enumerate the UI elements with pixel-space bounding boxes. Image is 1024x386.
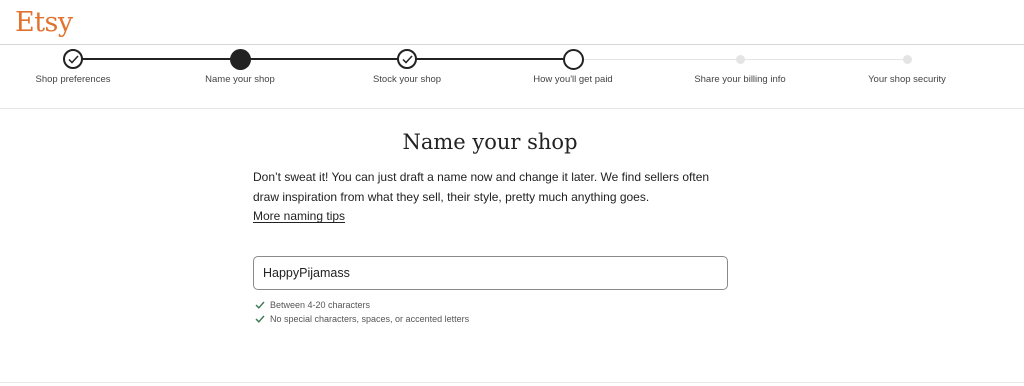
step-label: Your shop security (868, 74, 946, 85)
step-current-marker (229, 48, 251, 70)
step-complete-marker (63, 49, 83, 69)
step-stock-your-shop[interactable]: Stock your shop (327, 45, 487, 86)
step-upcoming-marker (735, 54, 745, 64)
check-icon (67, 54, 79, 64)
step-shop-security: Your shop security (827, 45, 987, 86)
shop-setup-page: Etsy Shop preferences Name your shop Sto… (0, 0, 1024, 386)
step-label: Name your shop (205, 74, 275, 85)
step-upcoming-marker (902, 54, 912, 64)
page-title: Name your shop (402, 130, 578, 154)
step-label: Stock your shop (372, 74, 442, 85)
requirement-text: Between 4-20 characters (270, 300, 371, 310)
requirement-item: No special characters, spaces, or accent… (254, 312, 469, 326)
step-label: Shop preferences (35, 74, 111, 85)
step-label: Share your billing info (694, 74, 786, 85)
step-complete-marker (397, 49, 417, 69)
naming-tips-link[interactable]: More naming tips (253, 208, 345, 224)
step-name-your-shop[interactable]: Name your shop (160, 45, 320, 86)
check-icon (254, 314, 265, 325)
step-billing-info: Share your billing info (660, 45, 820, 86)
requirement-item: Between 4-20 characters (254, 298, 469, 312)
step-label: How you'll get paid (533, 74, 613, 85)
check-icon (254, 300, 265, 311)
step-shop-preferences[interactable]: Shop preferences (0, 45, 153, 86)
stepper-divider (0, 108, 1024, 109)
requirement-text: No special characters, spaces, or accent… (270, 314, 470, 324)
progress-stepper: Shop preferences Name your shop Stock yo… (0, 45, 1024, 108)
step-get-paid[interactable]: How you'll get paid (493, 45, 653, 86)
footer-divider (0, 382, 1024, 383)
check-icon (401, 54, 413, 64)
step-next-marker (562, 48, 584, 70)
shop-name-input[interactable] (253, 256, 728, 290)
page-description: Don’t sweat it! You can just draft a nam… (253, 170, 710, 204)
name-requirements-list: Between 4-20 characters No special chara… (254, 298, 469, 326)
etsy-logo[interactable]: Etsy (15, 6, 73, 40)
